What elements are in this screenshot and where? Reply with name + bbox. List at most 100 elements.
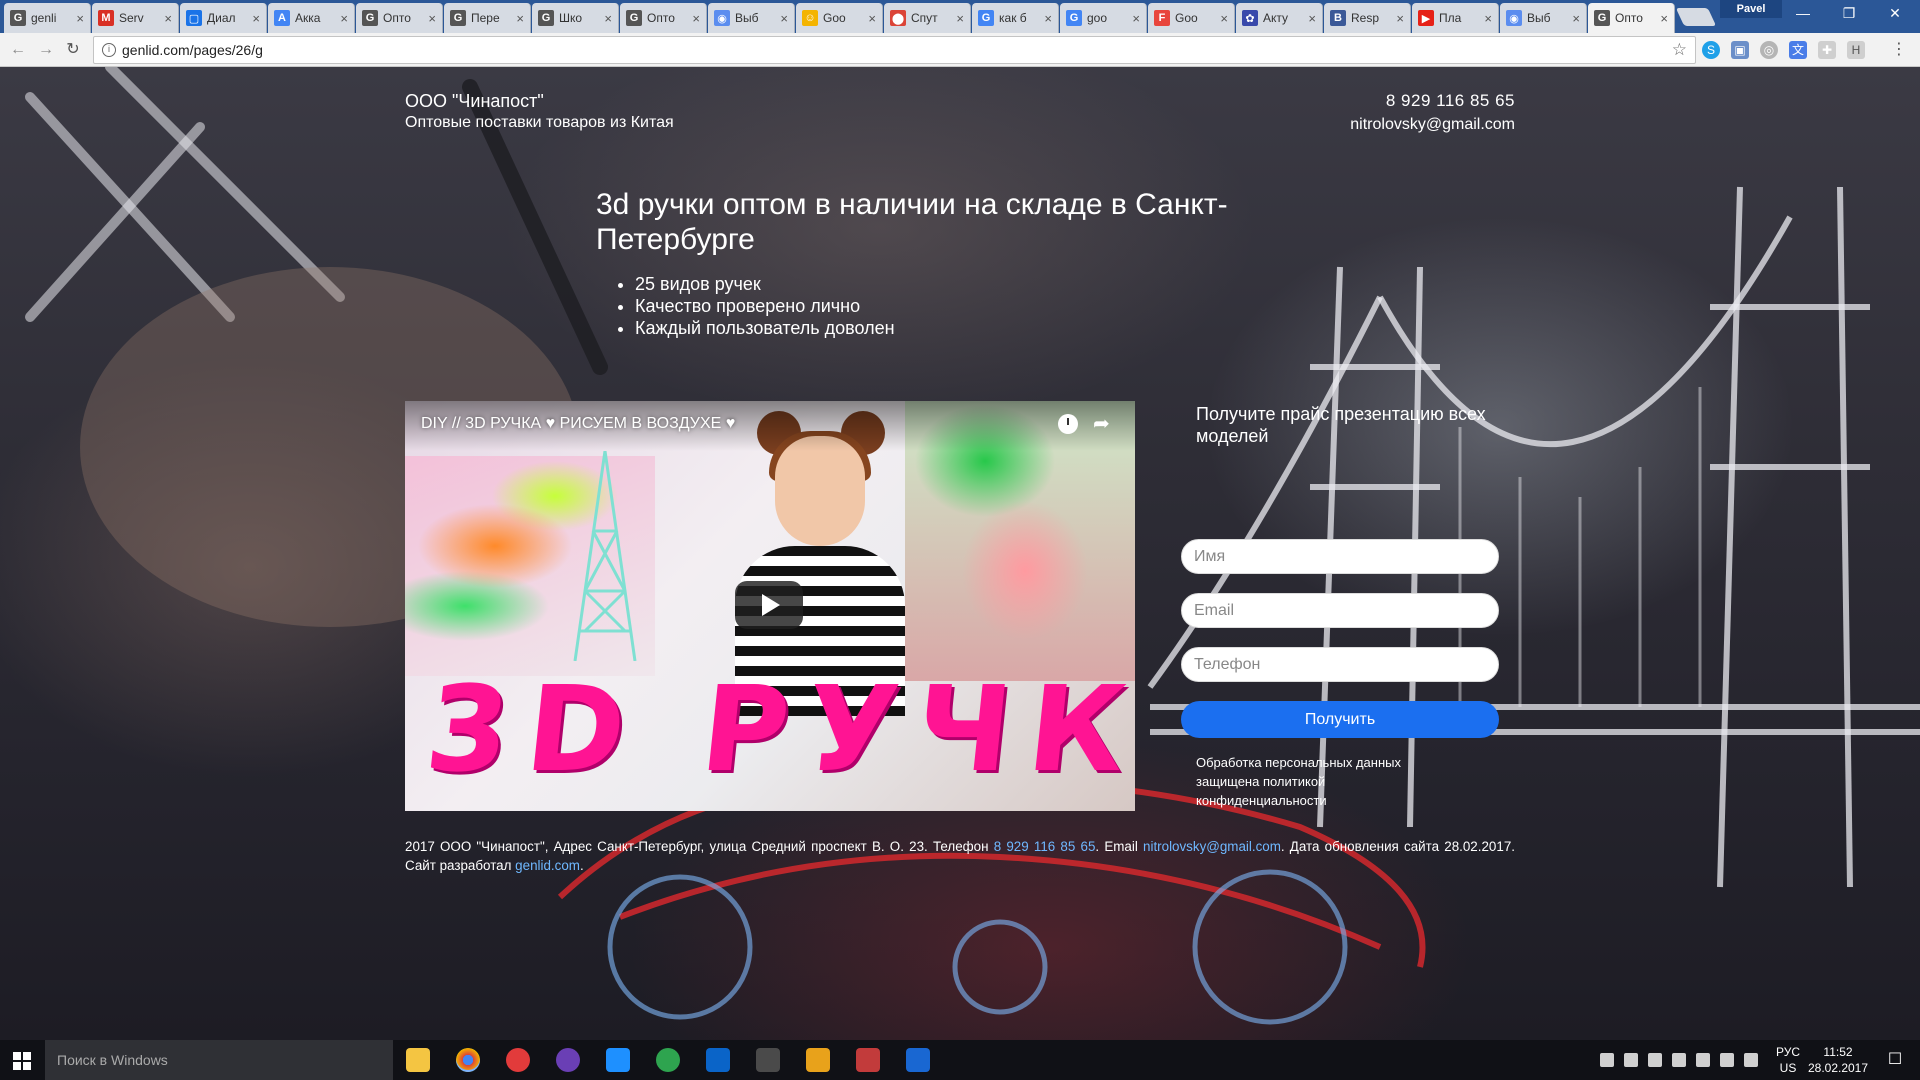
menu-icon[interactable]: ⋮ xyxy=(1890,41,1908,59)
tab-close-icon[interactable]: × xyxy=(780,11,788,26)
share-icon[interactable]: ➦ xyxy=(1093,411,1110,436)
phone-field[interactable] xyxy=(1181,647,1499,682)
watch-later-icon[interactable] xyxy=(1058,414,1078,434)
video-title[interactable]: DIY // 3D РУЧКА ♥ РИСУЕМ В ВОЗДУХЕ ♥ xyxy=(421,415,735,433)
tab-favicon-icon: M xyxy=(98,10,114,26)
app-toy-icon[interactable] xyxy=(856,1048,880,1072)
tray-volume-icon[interactable] xyxy=(1744,1053,1758,1067)
browser-tab[interactable]: G Шко × xyxy=(532,3,619,33)
app-yellow-icon[interactable] xyxy=(806,1048,830,1072)
close-window-button[interactable]: ✕ xyxy=(1872,0,1918,26)
browser-tab[interactable]: Gкак б × xyxy=(972,3,1059,33)
address-bar[interactable]: i genlid.com/pages/26/g ☆ xyxy=(93,36,1696,64)
tab-close-icon[interactable]: × xyxy=(604,11,612,26)
tab-close-icon[interactable]: × xyxy=(1044,11,1052,26)
new-tab-button[interactable] xyxy=(1675,8,1717,26)
tray-outlook-icon[interactable] xyxy=(1600,1053,1614,1067)
play-button-icon[interactable] xyxy=(735,581,803,629)
browser-tab[interactable]: Ggoo × xyxy=(1060,3,1147,33)
tab-close-icon[interactable]: × xyxy=(1308,11,1316,26)
browser-tab[interactable]: ▶ Пла × xyxy=(1412,3,1499,33)
tab-close-icon[interactable]: × xyxy=(1220,11,1228,26)
browser-tab[interactable]: ◉ Выб × xyxy=(708,3,795,33)
outlook-icon[interactable] xyxy=(706,1048,730,1072)
app-purple-icon[interactable] xyxy=(556,1048,580,1072)
footer-phone-link[interactable]: 8 929 116 85 65 xyxy=(994,839,1096,854)
minimize-button[interactable]: — xyxy=(1780,0,1826,26)
extension-h-icon[interactable]: H xyxy=(1847,41,1865,59)
browser-tab[interactable]: G Опто × xyxy=(620,3,707,33)
info-icon[interactable]: i xyxy=(102,43,116,57)
tab-title: как б xyxy=(999,11,1027,25)
restore-button[interactable]: ❐ xyxy=(1826,0,1872,26)
windows-start-icon[interactable] xyxy=(13,1052,31,1070)
extension-icon[interactable]: ▣ xyxy=(1731,41,1749,59)
translate-extension-icon[interactable]: 文 xyxy=(1789,41,1807,59)
reload-icon[interactable]: ↻ xyxy=(63,40,83,60)
tab-close-icon[interactable]: × xyxy=(164,11,172,26)
tab-close-icon[interactable]: × xyxy=(340,11,348,26)
skype-extension-icon[interactable]: S xyxy=(1702,41,1720,59)
tray-app-icon[interactable] xyxy=(1624,1053,1638,1067)
google-ads-icon[interactable] xyxy=(906,1048,930,1072)
tab-close-icon[interactable]: × xyxy=(76,11,84,26)
browser-tab[interactable]: B Resp × xyxy=(1324,3,1411,33)
url-text: genlid.com/pages/26/g xyxy=(122,42,263,58)
browser-tab[interactable]: ✿ Акту × xyxy=(1236,3,1323,33)
back-icon[interactable]: ← xyxy=(8,40,28,60)
youtube-video-player[interactable]: DIY // 3D РУЧКА ♥ РИСУЕМ В ВОЗДУХЕ ♥ ➦ 3… xyxy=(405,401,1135,811)
browser-tab[interactable]: G Опто × xyxy=(1588,3,1675,33)
benefit-item: Каждый пользователь доволен xyxy=(635,317,895,339)
chrome-icon[interactable] xyxy=(456,1048,480,1072)
browser-tab[interactable]: Ggenli × xyxy=(4,3,91,33)
tab-close-icon[interactable]: × xyxy=(1484,11,1492,26)
header-email[interactable]: nitrolovsky@gmail.com xyxy=(1350,112,1515,138)
extension-circle-icon[interactable]: ◎ xyxy=(1760,41,1778,59)
email-field[interactable] xyxy=(1181,593,1499,628)
browser-tab[interactable]: G Опто × xyxy=(356,3,443,33)
clock[interactable]: 11:52 28.02.2017 xyxy=(1806,1040,1870,1080)
tab-favicon-icon: ▶ xyxy=(1418,10,1434,26)
browser-tab[interactable]: ⬤ Спут × xyxy=(884,3,971,33)
tray-wifi-icon[interactable] xyxy=(1720,1053,1734,1067)
browser-tab[interactable]: ☺ Goo × xyxy=(796,3,883,33)
app-green-icon[interactable] xyxy=(656,1048,680,1072)
footer-email-link[interactable]: nitrolovsky@gmail.com xyxy=(1143,839,1281,854)
edge-icon[interactable] xyxy=(606,1048,630,1072)
profile-button[interactable]: Pavel xyxy=(1720,0,1782,18)
browser-tab[interactable]: G Пере × xyxy=(444,3,531,33)
language-indicator[interactable]: РУС US xyxy=(1770,1040,1806,1080)
browser-tab[interactable]: ▢ Диал × xyxy=(180,3,267,33)
header-phone[interactable]: 8 929 116 85 65 xyxy=(1350,90,1515,112)
browser-tab[interactable]: F Goo × xyxy=(1148,3,1235,33)
app-store-icon[interactable] xyxy=(756,1048,780,1072)
app-red-icon[interactable] xyxy=(506,1048,530,1072)
bookmark-star-icon[interactable]: ☆ xyxy=(1672,37,1687,63)
tab-close-icon[interactable]: × xyxy=(692,11,700,26)
tab-close-icon[interactable]: × xyxy=(956,11,964,26)
tab-close-icon[interactable]: × xyxy=(868,11,876,26)
tray-battery-icon[interactable] xyxy=(1696,1053,1710,1067)
extension-puzzle-icon[interactable]: ✚ xyxy=(1818,41,1836,59)
tab-close-icon[interactable]: × xyxy=(516,11,524,26)
tab-title: Пере xyxy=(471,11,500,25)
tab-close-icon[interactable]: × xyxy=(1396,11,1404,26)
footer-site-link[interactable]: genlid.com xyxy=(515,858,580,873)
browser-tab[interactable]: M Serv × xyxy=(92,3,179,33)
browser-tab[interactable]: ◉ Выб × xyxy=(1500,3,1587,33)
tab-close-icon[interactable]: × xyxy=(428,11,436,26)
notifications-icon[interactable]: ☐ xyxy=(1880,1040,1910,1080)
tab-close-icon[interactable]: × xyxy=(1572,11,1580,26)
privacy-note: Обработка персональных данных защищена п… xyxy=(1196,755,1401,808)
browser-tab[interactable]: A Акка × xyxy=(268,3,355,33)
taskbar-search-box[interactable]: Поиск в Windows xyxy=(45,1040,393,1080)
file-explorer-icon[interactable] xyxy=(406,1048,430,1072)
tray-network-icon[interactable] xyxy=(1648,1053,1662,1067)
tab-close-icon[interactable]: × xyxy=(1132,11,1140,26)
tray-shield-icon[interactable] xyxy=(1672,1053,1686,1067)
tab-close-icon[interactable]: × xyxy=(1660,11,1668,26)
forward-icon[interactable]: → xyxy=(36,40,56,60)
name-field[interactable] xyxy=(1181,539,1499,574)
tab-close-icon[interactable]: × xyxy=(252,11,260,26)
submit-button[interactable]: Получить xyxy=(1181,701,1499,738)
